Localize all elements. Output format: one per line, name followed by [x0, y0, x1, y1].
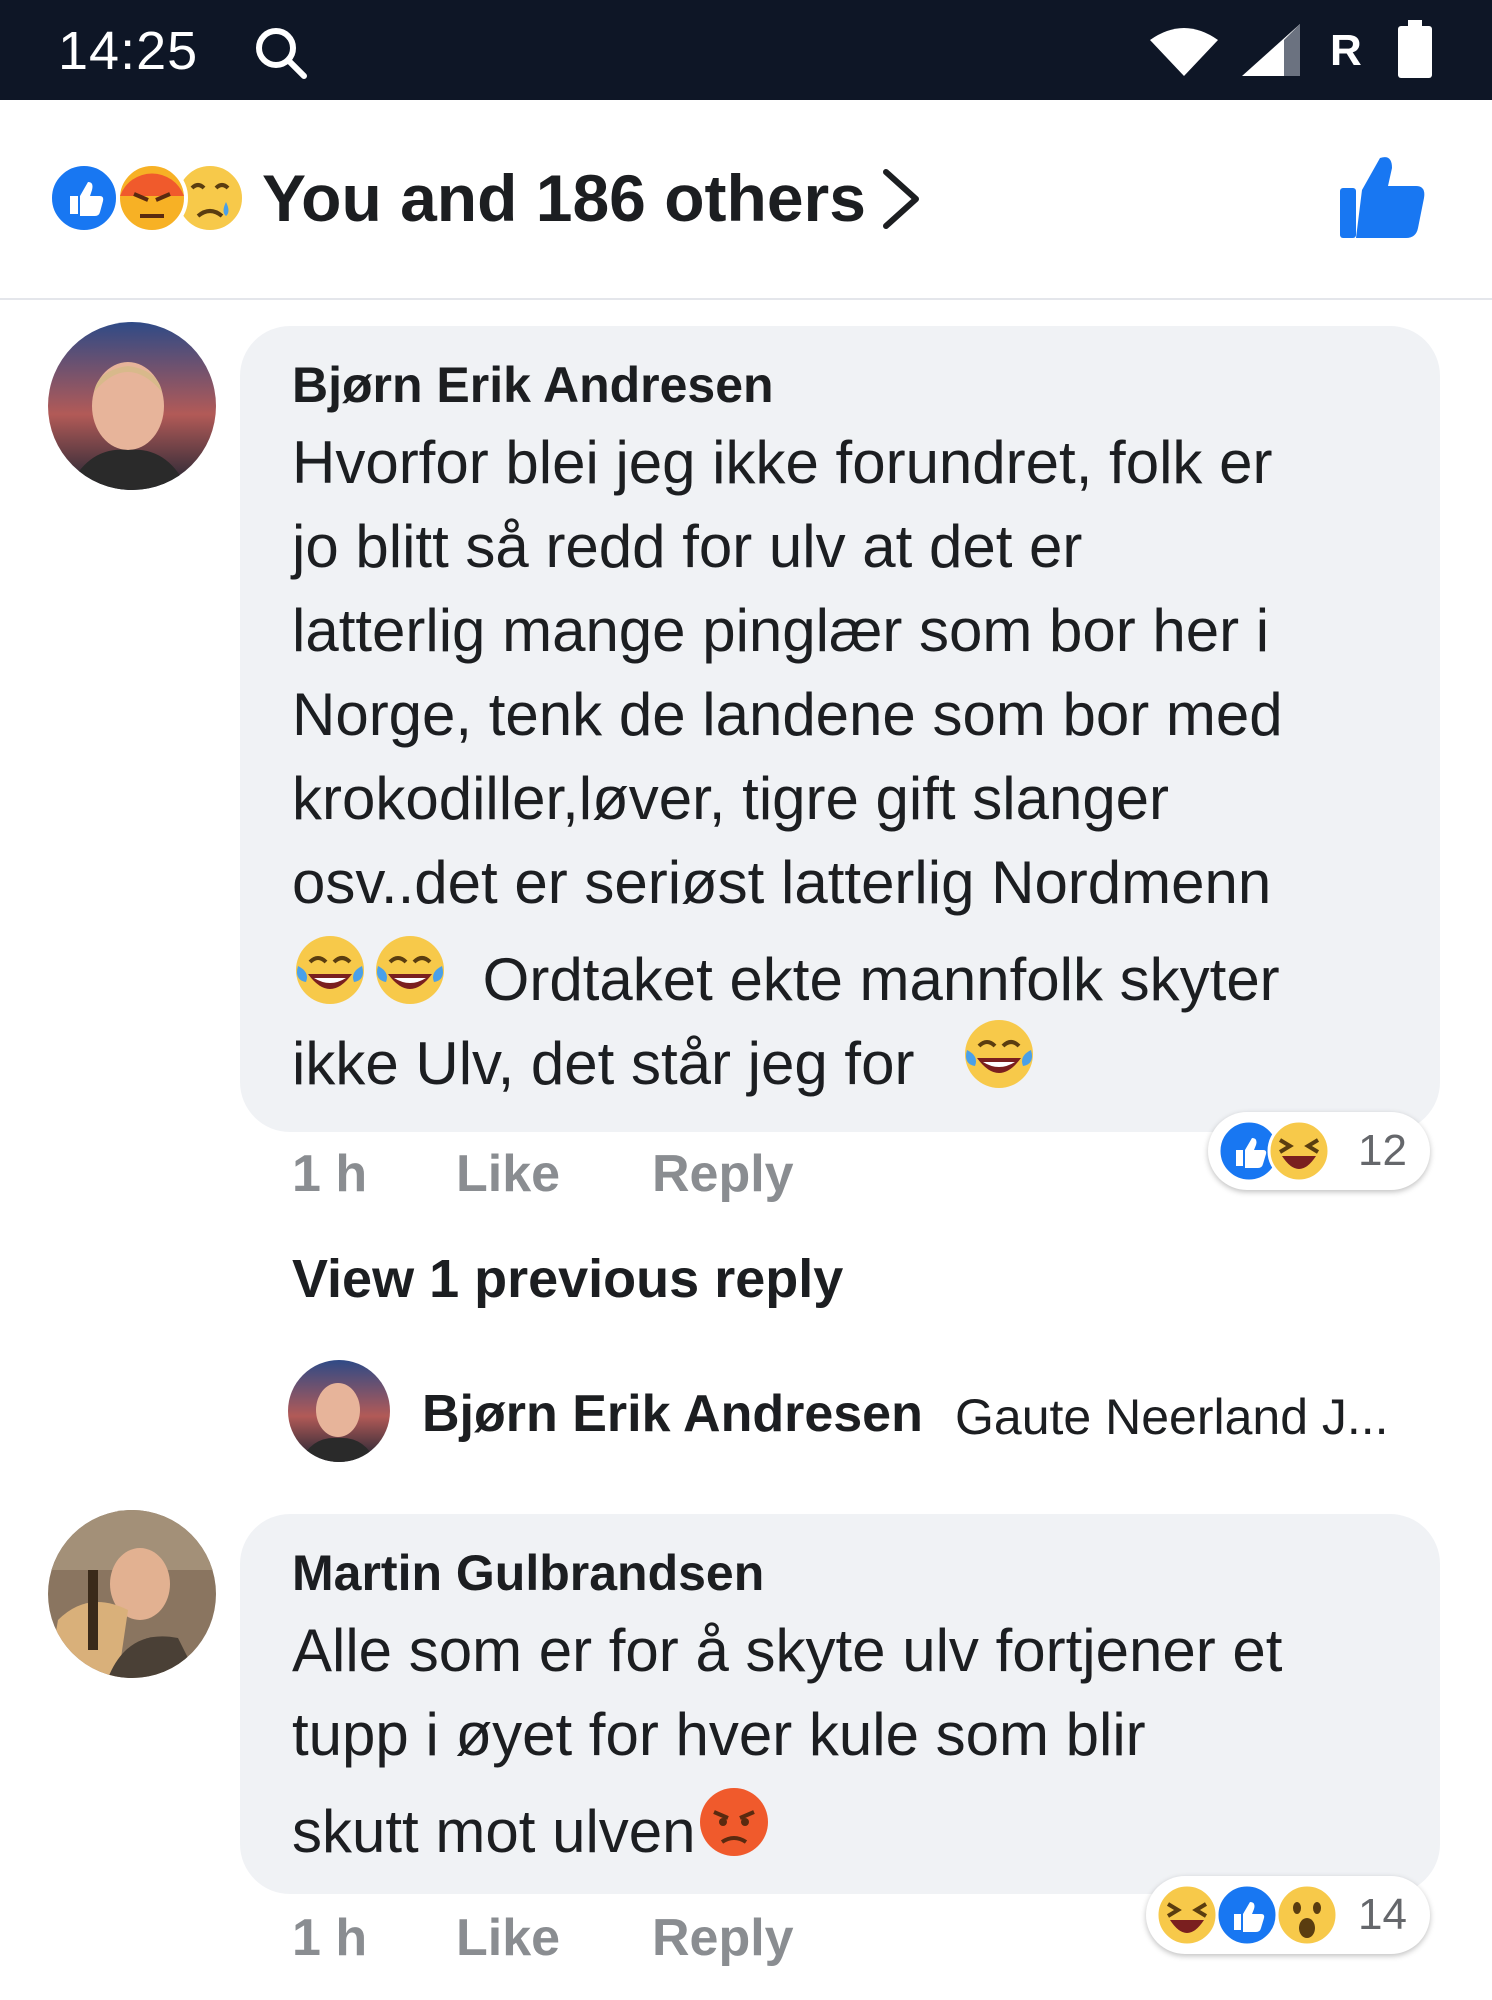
- haha-reaction-icon: [1266, 1118, 1332, 1184]
- comment-text-line-with-emoji: Ordtaket ekte mannfolk skyter: [292, 932, 1280, 1014]
- angry-emoji-icon: [696, 1784, 772, 1860]
- comment-like-button[interactable]: Like: [456, 1144, 560, 1204]
- comment-text-line: Alle som er for å skyte ulv fortjener et: [292, 1617, 1283, 1684]
- avatar[interactable]: [48, 1510, 216, 1678]
- comment-text-line: Norge, tenk de landene som bor med: [292, 681, 1283, 748]
- reply-snippet[interactable]: Gaute Neerland J...: [955, 1388, 1389, 1446]
- like-button-icon[interactable]: [1336, 150, 1430, 244]
- status-bar: 14:25 R: [0, 0, 1492, 100]
- comment-author[interactable]: Bjørn Erik Andresen: [292, 356, 774, 414]
- comments-sheet: You and 186 others Bjørn Erik Andresen H…: [0, 100, 1492, 2000]
- avatar[interactable]: [48, 322, 216, 490]
- comment-text-line: tupp i øyet for hver kule som blir: [292, 1701, 1146, 1768]
- reactions-summary-bar[interactable]: You and 186 others: [0, 100, 1492, 300]
- reaction-emojis-stack: [48, 162, 246, 234]
- reaction-count: 14: [1358, 1890, 1407, 1939]
- comment-text-line-with-emoji: skutt mot ulven: [292, 1784, 772, 1866]
- wifi-icon: [1150, 28, 1218, 76]
- comment-bubble[interactable]: Martin Gulbrandsen Alle som er for å sky…: [240, 1514, 1440, 1894]
- comment-reply-button[interactable]: Reply: [652, 1144, 794, 1204]
- like-reaction-icon: [1214, 1882, 1280, 1948]
- comment-text-segment: Ordtaket ekte mannfolk skyter: [482, 946, 1280, 1013]
- reply-author[interactable]: Bjørn Erik Andresen: [422, 1384, 923, 1444]
- battery-icon: [1398, 20, 1432, 78]
- comment-text-line: Hvorfor blei jeg ikke forundret, folk er: [292, 429, 1273, 496]
- comment-timestamp: 1 h: [292, 1909, 368, 1967]
- search-icon: [256, 28, 307, 79]
- reply-avatar[interactable]: [288, 1360, 390, 1462]
- haha-reaction-icon: [1154, 1882, 1220, 1948]
- comment-text-line: krokodiller,løver, tigre gift slanger: [292, 765, 1170, 832]
- reaction-count: 12: [1358, 1126, 1407, 1175]
- angry-reaction-icon: [116, 162, 188, 234]
- comment-text-line: osv..det er seriøst latterlig Nordmenn: [292, 849, 1272, 916]
- tears-of-joy-emoji-icon: [961, 1016, 1037, 1092]
- network-type-label: R: [1330, 26, 1362, 75]
- reactions-summary-text[interactable]: You and 186 others: [262, 160, 866, 236]
- comment-bubble[interactable]: Bjørn Erik Andresen Hvorfor blei jeg ikk…: [240, 326, 1440, 1132]
- comment-text-line: latterlig mange pinglær som bor her i: [292, 597, 1270, 664]
- comment-text-segment: ikke Ulv, det står jeg for: [292, 1030, 915, 1097]
- comment-reactions-pill[interactable]: 12: [1208, 1112, 1430, 1190]
- comment-author[interactable]: Martin Gulbrandsen: [292, 1544, 764, 1602]
- tears-of-joy-emoji-icon: [372, 932, 448, 1008]
- like-reaction-icon: [48, 162, 120, 234]
- view-previous-replies-link[interactable]: View 1 previous reply: [292, 1248, 843, 1310]
- wow-reaction-icon: [1274, 1882, 1340, 1948]
- comment-timestamp: 1 h: [292, 1145, 368, 1203]
- signal-icon: [1242, 24, 1300, 76]
- comment-text-line-with-emoji: ikke Ulv, det står jeg for: [292, 1016, 1037, 1098]
- comment-like-button[interactable]: Like: [456, 1908, 560, 1968]
- tears-of-joy-emoji-icon: [292, 932, 368, 1008]
- comment-text-segment: skutt mot ulven: [292, 1798, 696, 1865]
- comment-text-line: jo blitt så redd for ulv at det er: [292, 513, 1083, 580]
- status-time: 14:25: [58, 21, 199, 81]
- comment-reply-button[interactable]: Reply: [652, 1908, 794, 1968]
- chevron-right-icon[interactable]: [878, 166, 924, 232]
- comment-reactions-pill[interactable]: 14: [1146, 1876, 1430, 1954]
